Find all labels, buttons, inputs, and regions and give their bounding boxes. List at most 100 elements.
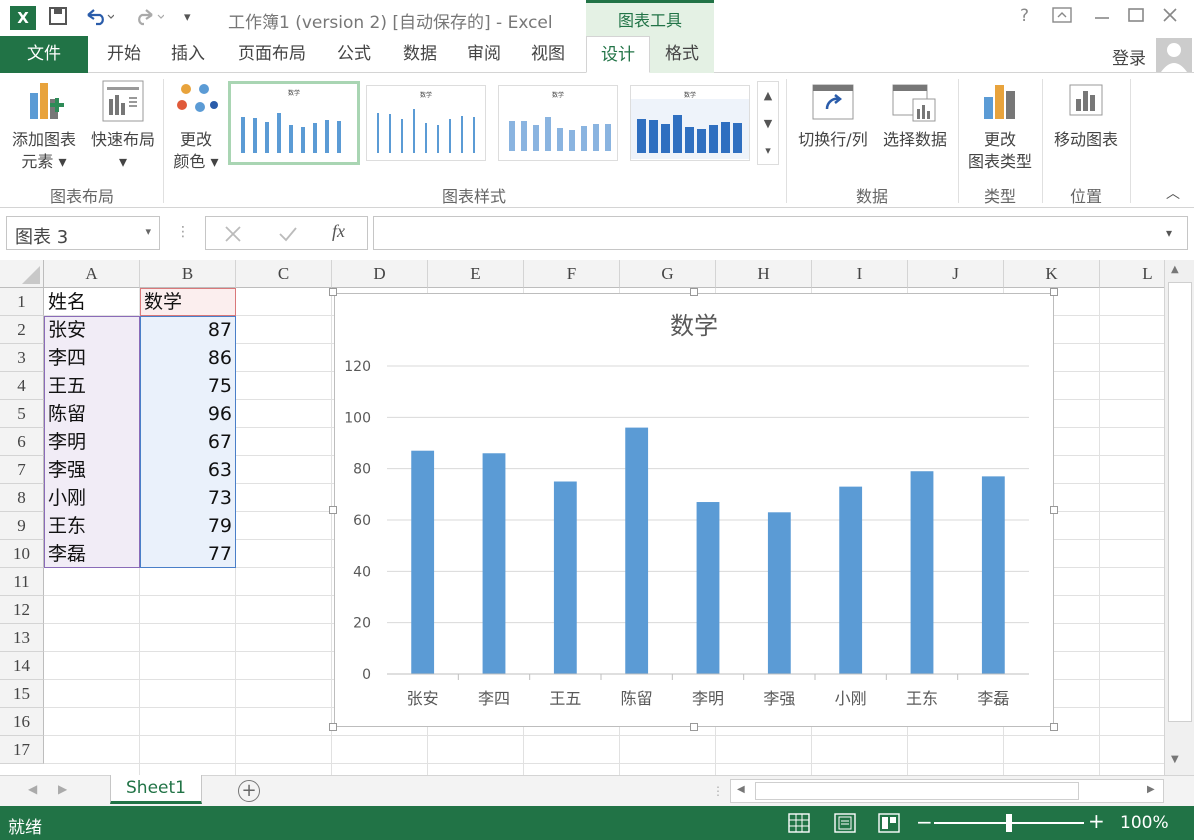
column-header-F[interactable]: F (524, 260, 620, 288)
cell-score[interactable]: 79 (140, 512, 236, 540)
tab-formulas[interactable]: 公式 (326, 36, 382, 73)
chart-style-2[interactable]: 数学 (366, 85, 486, 161)
tab-design[interactable]: 设计 (586, 36, 650, 73)
cell-score[interactable]: 73 (140, 484, 236, 512)
tab-file[interactable]: 文件 (0, 36, 88, 73)
styles-more-icon[interactable]: ▾ (758, 138, 778, 164)
page-break-view-icon[interactable] (878, 813, 900, 833)
move-chart-button[interactable]: 移动图表 (1046, 79, 1126, 151)
cell-score[interactable]: 87 (140, 316, 236, 344)
row-header-2[interactable]: 2 (0, 316, 44, 344)
row-header-9[interactable]: 9 (0, 512, 44, 540)
horizontal-scrollbar[interactable]: ◀ ▶ (730, 779, 1164, 803)
prev-sheet-icon[interactable]: ◀ (28, 782, 37, 796)
minimize-icon[interactable] (1094, 6, 1110, 29)
zoom-in-icon[interactable]: + (1088, 809, 1105, 833)
name-box[interactable]: 图表 3 ▾ (6, 216, 160, 250)
cell-score[interactable]: 77 (140, 540, 236, 568)
cell-name[interactable]: 陈留 (44, 400, 140, 428)
scroll-left-icon[interactable]: ◀ (737, 784, 745, 795)
resize-handle[interactable] (329, 506, 337, 514)
tab-view[interactable]: 视图 (520, 36, 576, 73)
chart-style-4[interactable]: 数学 (630, 85, 750, 161)
formula-input[interactable] (373, 216, 1188, 250)
cell-name[interactable]: 王东 (44, 512, 140, 540)
select-all-corner[interactable] (0, 260, 44, 288)
collapse-ribbon-icon[interactable]: ︿ (1166, 183, 1180, 203)
cell-header-score[interactable]: 数学 (140, 288, 236, 316)
next-sheet-icon[interactable]: ▶ (58, 782, 67, 796)
resize-handle[interactable] (329, 723, 337, 731)
column-header-D[interactable]: D (332, 260, 428, 288)
login-link[interactable]: 登录 (1112, 44, 1146, 69)
cell-score[interactable]: 67 (140, 428, 236, 456)
cell-name[interactable]: 李磊 (44, 540, 140, 568)
redo-icon[interactable] (134, 6, 165, 30)
insert-function-icon[interactable]: fx (332, 221, 345, 242)
zoom-slider-thumb[interactable] (1006, 814, 1012, 832)
cell-score[interactable]: 75 (140, 372, 236, 400)
row-header-1[interactable]: 1 (0, 288, 44, 316)
column-header-E[interactable]: E (428, 260, 524, 288)
resize-handle[interactable] (1050, 288, 1058, 296)
row-header-7[interactable]: 7 (0, 456, 44, 484)
enter-icon[interactable] (278, 225, 298, 243)
cell-header-name[interactable]: 姓名 (44, 288, 140, 316)
resize-handle[interactable] (329, 288, 337, 296)
column-header-L[interactable]: L (1100, 260, 1164, 288)
maximize-icon[interactable] (1128, 6, 1144, 29)
row-header-14[interactable]: 14 (0, 652, 44, 680)
column-header-J[interactable]: J (908, 260, 1004, 288)
new-sheet-icon[interactable]: + (238, 780, 260, 802)
avatar[interactable] (1156, 38, 1192, 72)
vertical-scrollbar[interactable]: ▲ ▼ (1164, 260, 1194, 775)
tab-data[interactable]: 数据 (392, 36, 448, 73)
page-layout-view-icon[interactable] (834, 813, 856, 833)
cell-name[interactable]: 李强 (44, 456, 140, 484)
cell-name[interactable]: 李四 (44, 344, 140, 372)
column-header-C[interactable]: C (236, 260, 332, 288)
hscroll-thumb[interactable] (755, 782, 1079, 800)
cell-score[interactable]: 63 (140, 456, 236, 484)
quick-layout-button[interactable]: 快速布局 ▾ (86, 79, 160, 173)
row-header-5[interactable]: 5 (0, 400, 44, 428)
change-colors-button[interactable]: 更改 颜色 ▾ (168, 79, 224, 173)
save-icon[interactable] (48, 6, 68, 30)
tab-review[interactable]: 审阅 (456, 36, 512, 73)
row-header-6[interactable]: 6 (0, 428, 44, 456)
scroll-down-icon[interactable]: ▼ (1171, 754, 1179, 765)
undo-icon[interactable] (84, 6, 115, 30)
ribbon-display-icon[interactable] (1052, 6, 1072, 29)
scroll-right-icon[interactable]: ▶ (1147, 784, 1155, 795)
cell-score[interactable]: 86 (140, 344, 236, 372)
row-header-11[interactable]: 11 (0, 568, 44, 596)
column-header-I[interactable]: I (812, 260, 908, 288)
row-header-10[interactable]: 10 (0, 540, 44, 568)
normal-view-icon[interactable] (788, 813, 810, 833)
zoom-out-icon[interactable]: − (916, 810, 933, 834)
chart-style-3[interactable]: 数学 (498, 85, 618, 161)
tab-format[interactable]: 格式 (650, 36, 714, 73)
change-chart-type-button[interactable]: 更改 图表类型 (960, 79, 1040, 173)
row-header-16[interactable]: 16 (0, 708, 44, 736)
cell-name[interactable]: 张安 (44, 316, 140, 344)
cancel-icon[interactable] (224, 225, 242, 243)
sheet-tab-sheet1[interactable]: Sheet1 (110, 775, 202, 804)
select-data-button[interactable]: 选择数据 (876, 79, 954, 151)
row-header-15[interactable]: 15 (0, 680, 44, 708)
column-header-B[interactable]: B (140, 260, 236, 288)
scroll-thumb[interactable] (1168, 282, 1192, 722)
styles-scroll-down-icon[interactable]: ▼ (758, 110, 778, 138)
row-header-12[interactable]: 12 (0, 596, 44, 624)
row-header-3[interactable]: 3 (0, 344, 44, 372)
row-header-13[interactable]: 13 (0, 624, 44, 652)
tab-insert[interactable]: 插入 (160, 36, 216, 73)
tab-home[interactable]: 开始 (96, 36, 152, 73)
row-header-17[interactable]: 17 (0, 736, 44, 764)
customize-qat-icon[interactable]: ▾ (184, 10, 191, 34)
cell-name[interactable]: 小刚 (44, 484, 140, 512)
name-box-dropdown-icon[interactable]: ▾ (145, 225, 151, 238)
chart-style-1[interactable]: 数学 (228, 81, 360, 165)
add-chart-element-button[interactable]: 添加图表 元素 ▾ (4, 79, 84, 173)
resize-handle[interactable] (1050, 723, 1058, 731)
